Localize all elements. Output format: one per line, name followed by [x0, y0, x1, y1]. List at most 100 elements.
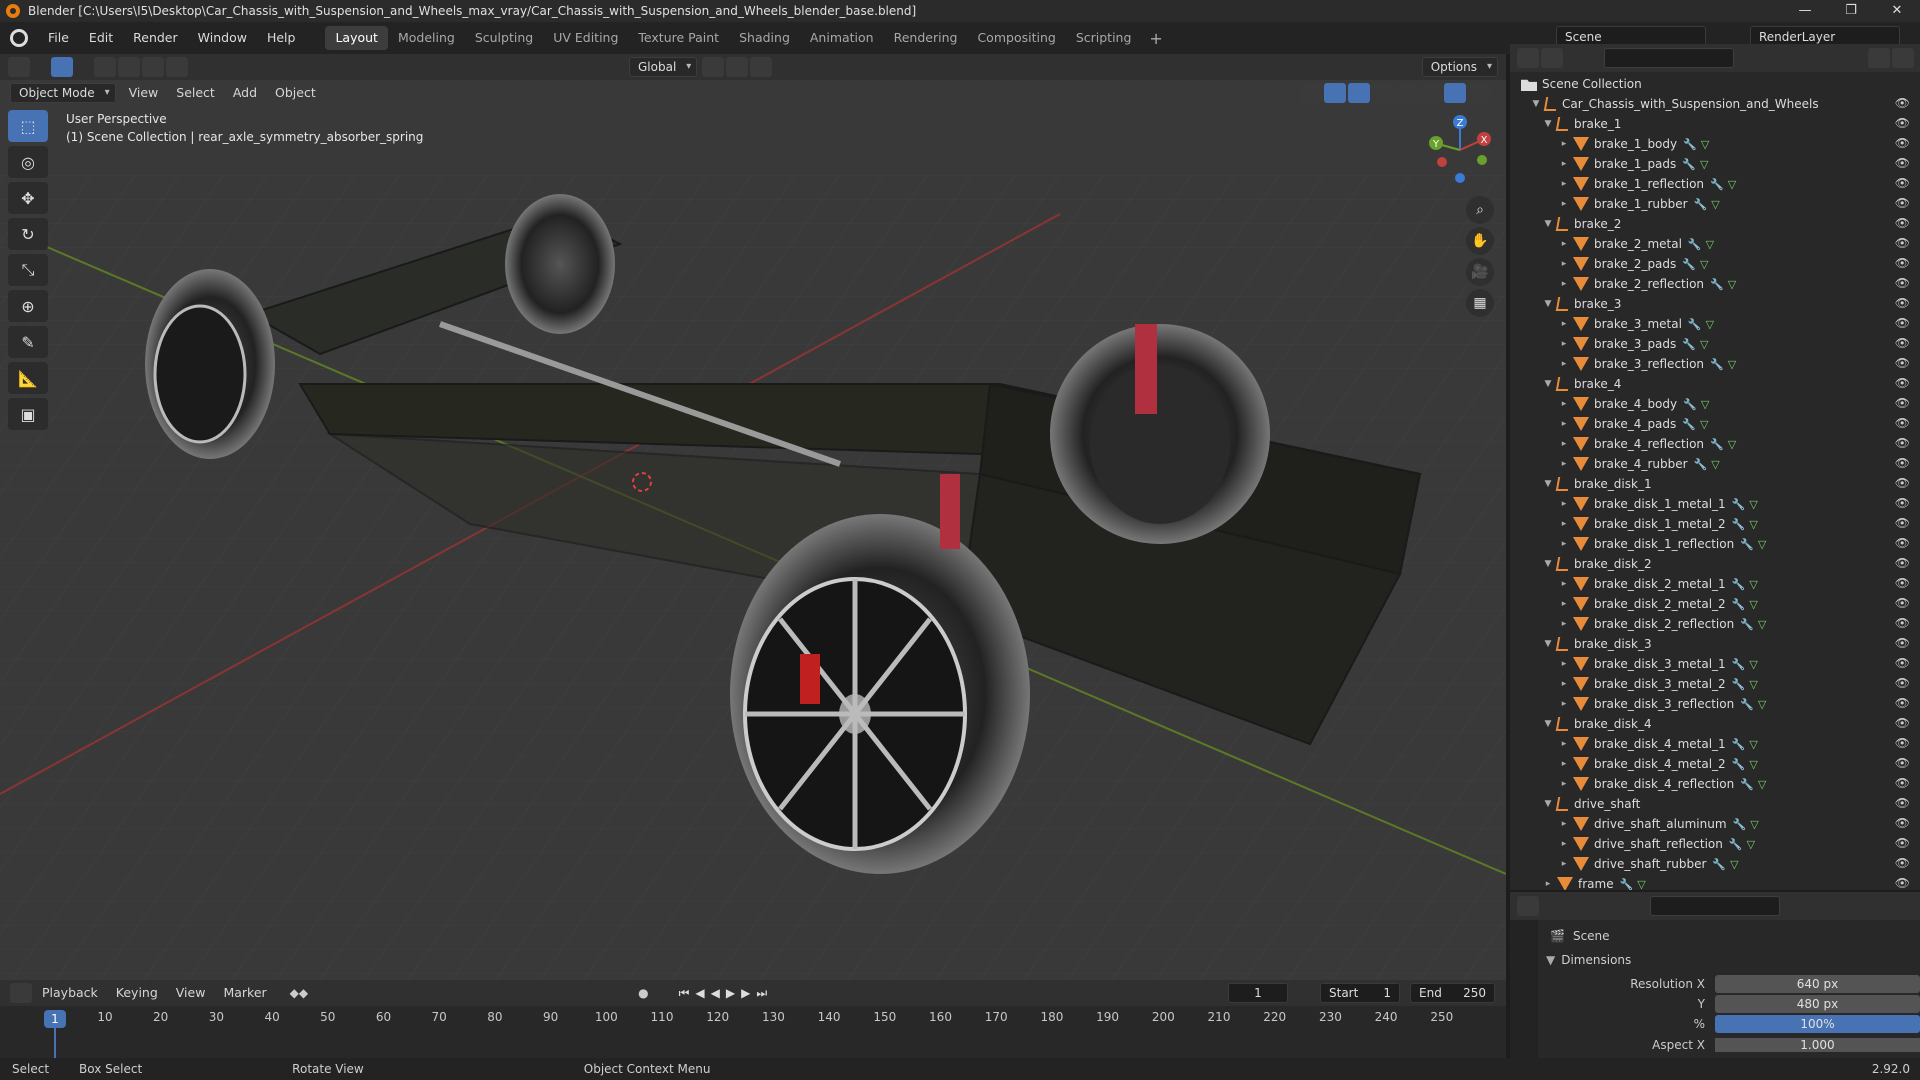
mesh-data-icon[interactable]: ▽: [1758, 618, 1766, 631]
keyframe-icons[interactable]: ◆◆: [290, 986, 308, 1000]
outliner-group-brake_disk_1[interactable]: ▼ brake_disk_1 👁: [1510, 474, 1920, 494]
modifier-wrench-icon[interactable]: 🔧: [1682, 258, 1696, 271]
shading-rendered-icon[interactable]: [1468, 83, 1490, 103]
mesh-data-icon[interactable]: ▽: [1711, 198, 1719, 211]
outliner-item-brake_1_body[interactable]: ▸ brake_1_body 🔧 ▽ 👁: [1510, 134, 1920, 154]
shading-material-icon[interactable]: [1444, 83, 1466, 103]
tab-shading[interactable]: Shading: [729, 26, 800, 50]
expand-arrow-icon[interactable]: ▼: [1542, 559, 1554, 569]
disclosure-arrow-icon[interactable]: ▸: [1558, 239, 1570, 249]
outliner-item-brake_disk_4_metal_2[interactable]: ▸ brake_disk_4_metal_2 🔧 ▽ 👁: [1510, 754, 1920, 774]
disclosure-arrow-icon[interactable]: ▸: [1558, 859, 1570, 869]
modifier-wrench-icon[interactable]: 🔧: [1620, 878, 1634, 891]
outliner-item-brake_4_rubber[interactable]: ▸ brake_4_rubber 🔧 ▽ 👁: [1510, 454, 1920, 474]
resolution-pct-field[interactable]: 100%: [1714, 1015, 1920, 1033]
modifier-wrench-icon[interactable]: 🔧: [1682, 158, 1696, 171]
modifier-wrench-icon[interactable]: 🔧: [1740, 698, 1754, 711]
outliner-item-brake_disk_3_reflection[interactable]: ▸ brake_disk_3_reflection 🔧 ▽ 👁: [1510, 694, 1920, 714]
disclosure-arrow-icon[interactable]: ▸: [1558, 259, 1570, 269]
outliner-item-brake_1_pads[interactable]: ▸ brake_1_pads 🔧 ▽ 👁: [1510, 154, 1920, 174]
modifier-wrench-icon[interactable]: 🔧: [1710, 358, 1724, 371]
disclosure-arrow-icon[interactable]: ▸: [1558, 499, 1570, 509]
mesh-data-icon[interactable]: ▽: [1749, 678, 1757, 691]
eye-icon[interactable]: 👁: [1895, 416, 1910, 430]
mode-intersect-icon[interactable]: [166, 57, 188, 77]
xray-toggle-icon[interactable]: [1372, 83, 1394, 103]
eye-icon[interactable]: 👁: [1895, 216, 1910, 230]
modifier-wrench-icon[interactable]: 🔧: [1710, 178, 1724, 191]
modifier-wrench-icon[interactable]: 🔧: [1732, 678, 1746, 691]
eye-icon[interactable]: 👁: [1895, 636, 1910, 650]
menu-file[interactable]: File: [38, 22, 79, 54]
modifier-wrench-icon[interactable]: 🔧: [1682, 338, 1696, 351]
start-frame-field[interactable]: Start 1: [1320, 983, 1400, 1003]
modifier-wrench-icon[interactable]: 🔧: [1688, 318, 1702, 331]
outliner-item-brake_2_reflection[interactable]: ▸ brake_2_reflection 🔧 ▽ 👁: [1510, 274, 1920, 294]
outliner-item-brake_2_pads[interactable]: ▸ brake_2_pads 🔧 ▽ 👁: [1510, 254, 1920, 274]
disclosure-arrow-icon[interactable]: ▸: [1558, 679, 1570, 689]
properties-tabs[interactable]: [1510, 920, 1538, 1060]
tab-layout[interactable]: Layout: [325, 26, 388, 50]
properties-editor-icon[interactable]: [1517, 896, 1539, 916]
editor-type-icon[interactable]: [8, 57, 30, 77]
panel-collapse-icon[interactable]: ▼: [1546, 953, 1555, 967]
maximize-button[interactable]: ❐: [1828, 0, 1874, 22]
minimize-button[interactable]: —: [1782, 0, 1828, 22]
eye-icon[interactable]: 👁: [1895, 596, 1910, 610]
eye-icon[interactable]: 👁: [1895, 136, 1910, 150]
outliner-item-brake_3_reflection[interactable]: ▸ brake_3_reflection 🔧 ▽ 👁: [1510, 354, 1920, 374]
viewport-menu-view[interactable]: View: [120, 80, 168, 106]
outliner-item-brake_disk_2_metal_2[interactable]: ▸ brake_disk_2_metal_2 🔧 ▽ 👁: [1510, 594, 1920, 614]
outliner-group-brake_4[interactable]: ▼ brake_4 👁: [1510, 374, 1920, 394]
eye-icon[interactable]: 👁: [1895, 616, 1910, 630]
aspect-x-field[interactable]: 1.000: [1714, 1038, 1920, 1052]
eye-icon[interactable]: 👁: [1895, 276, 1910, 290]
disclosure-arrow-icon[interactable]: ▸: [1558, 339, 1570, 349]
disclosure-arrow-icon[interactable]: ▸: [1558, 599, 1570, 609]
disclosure-arrow-icon[interactable]: ▸: [1558, 279, 1570, 289]
disclosure-arrow-icon[interactable]: ▸: [1558, 439, 1570, 449]
disclosure-arrow-icon[interactable]: ▸: [1558, 699, 1570, 709]
mesh-data-icon[interactable]: ▽: [1700, 418, 1708, 431]
modifier-wrench-icon[interactable]: 🔧: [1682, 418, 1696, 431]
modifier-wrench-icon[interactable]: 🔧: [1729, 838, 1743, 851]
modifier-wrench-icon[interactable]: 🔧: [1683, 138, 1697, 151]
disclosure-arrow-icon[interactable]: ▸: [1558, 419, 1570, 429]
frame-ruler[interactable]: 10 20 30 40 50 60 70 80 90 100 110 120 130 140 150 160 1…: [0, 1010, 1506, 1028]
expand-arrow-icon[interactable]: ▼: [1542, 639, 1554, 649]
mesh-data-icon[interactable]: ▽: [1749, 578, 1757, 591]
expand-arrow-icon[interactable]: ▼: [1542, 479, 1554, 489]
dimensions-panel-header[interactable]: ▼ Dimensions: [1546, 950, 1920, 970]
record-icon[interactable]: ●: [638, 986, 648, 1000]
outliner-item-brake_disk_3_metal_2[interactable]: ▸ brake_disk_3_metal_2 🔧 ▽ 👁: [1510, 674, 1920, 694]
mode-new-icon[interactable]: [94, 57, 116, 77]
mode-extend-icon[interactable]: [118, 57, 140, 77]
transform-orientation-dropdown[interactable]: Global: [629, 57, 698, 77]
menu-view[interactable]: View: [167, 980, 215, 1006]
eye-icon[interactable]: 👁: [1895, 736, 1910, 750]
eye-icon[interactable]: 👁: [1895, 116, 1910, 130]
viewport-menu-object[interactable]: Object: [266, 80, 325, 106]
mesh-data-icon[interactable]: ▽: [1711, 458, 1719, 471]
disclosure-arrow-icon[interactable]: ▸: [1558, 519, 1570, 529]
expand-arrow-icon[interactable]: ▼: [1542, 299, 1554, 309]
mesh-data-icon[interactable]: ▽: [1700, 258, 1708, 271]
shading-solid-icon[interactable]: [1420, 83, 1442, 103]
resolution-x-field[interactable]: 640 px: [1714, 975, 1920, 993]
scene-collection-row[interactable]: Scene Collection: [1510, 74, 1920, 94]
eye-icon[interactable]: 👁: [1895, 756, 1910, 770]
playhead[interactable]: 1: [44, 1010, 66, 1028]
outliner-item-brake_2_metal[interactable]: ▸ brake_2_metal 🔧 ▽ 👁: [1510, 234, 1920, 254]
modifier-wrench-icon[interactable]: 🔧: [1694, 198, 1708, 211]
expand-arrow-icon[interactable]: ▼: [1542, 219, 1554, 229]
close-button[interactable]: ✕: [1874, 0, 1920, 22]
eye-icon[interactable]: 👁: [1895, 336, 1910, 350]
eye-icon[interactable]: 👁: [1895, 716, 1910, 730]
outliner-editor-icon[interactable]: [1517, 48, 1539, 68]
disclosure-arrow-icon[interactable]: ▸: [1558, 399, 1570, 409]
outliner-item-brake_3_metal[interactable]: ▸ brake_3_metal 🔧 ▽ 👁: [1510, 314, 1920, 334]
eye-icon[interactable]: 👁: [1895, 776, 1910, 790]
ortho-grid-icon[interactable]: ▦: [1466, 289, 1494, 317]
new-collection-icon[interactable]: [1892, 48, 1914, 68]
outliner-item-brake_1_reflection[interactable]: ▸ brake_1_reflection 🔧 ▽ 👁: [1510, 174, 1920, 194]
